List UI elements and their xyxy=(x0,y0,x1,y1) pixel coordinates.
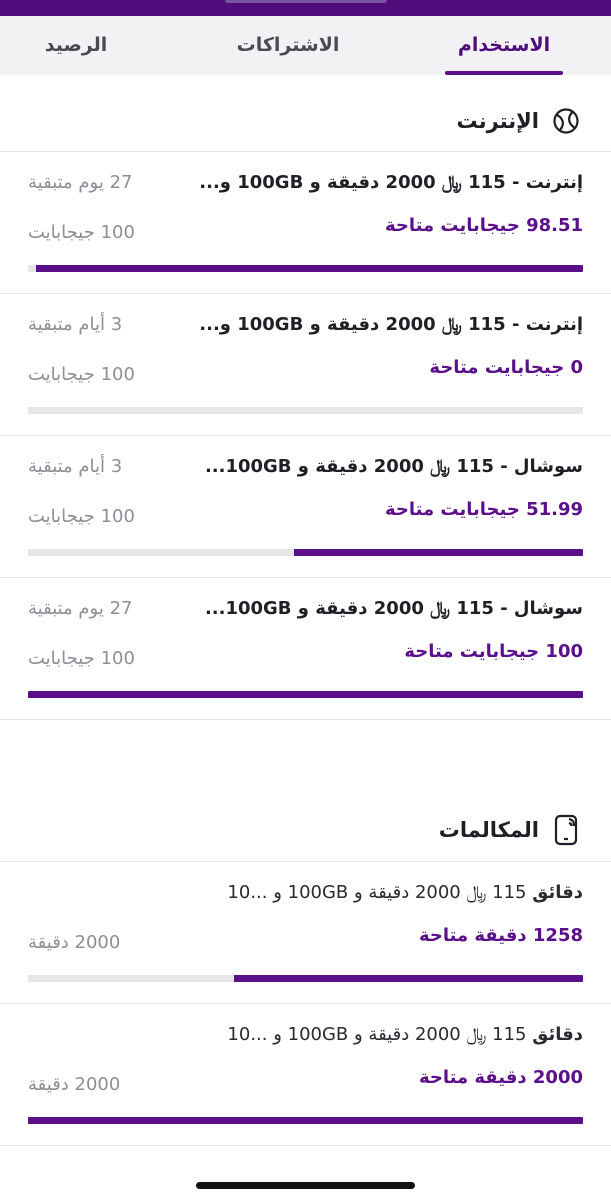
internet-usage-item[interactable]: سوشال - 115 ﷼ 2000 دقيقة و 100GB... 27 ي… xyxy=(0,578,611,719)
plan-name: إنترنت - 115 ﷼ 2000 دقيقة و 100GB و... xyxy=(199,172,583,193)
plan-name-prefix: دقائق xyxy=(532,1024,583,1045)
plan-name: دقائق 115 ﷼ 2000 دقيقة و 100GB و ...10 xyxy=(227,1024,583,1045)
phone-icon xyxy=(551,814,581,846)
home-indicator xyxy=(196,1182,415,1189)
divider xyxy=(0,1145,611,1146)
available-amount: 100 جيجابايت متاحة xyxy=(404,641,583,662)
internet-section-header: الإنترنت xyxy=(457,104,581,138)
usage-progress-bar xyxy=(28,265,583,272)
total-amount: 100 جيجابايت xyxy=(28,506,135,527)
usage-progress-fill xyxy=(233,975,583,982)
plan-name: دقائق 115 ﷼ 2000 دقيقة و 100GB و ...10 xyxy=(227,882,583,903)
days-remaining: 3 أيام متبقية xyxy=(28,314,123,335)
plan-name: سوشال - 115 ﷼ 2000 دقيقة و 100GB... xyxy=(204,456,583,477)
internet-usage-item[interactable]: إنترنت - 115 ﷼ 2000 دقيقة و 100GB و... 3… xyxy=(0,294,611,435)
tab-subscriptions[interactable]: الاشتراكات xyxy=(225,16,351,75)
available-amount: 1258 دقيقة متاحة xyxy=(418,925,583,946)
status-bar xyxy=(0,0,611,16)
calls-section-title: المكالمات xyxy=(438,818,539,842)
internet-usage-item[interactable]: إنترنت - 115 ﷼ 2000 دقيقة و 100GB و... 2… xyxy=(0,152,611,293)
plan-name: سوشال - 115 ﷼ 2000 دقيقة و 100GB... xyxy=(204,598,583,619)
tab-bar: الاستخدام الاشتراكات الرصيد xyxy=(0,16,611,75)
plan-name-detail: 115 ﷼ 2000 دقيقة و 100GB و ...10 xyxy=(227,882,527,903)
internet-section-title: الإنترنت xyxy=(456,109,539,133)
days-remaining: 27 يوم متبقية xyxy=(28,172,133,193)
divider xyxy=(0,719,611,720)
calls-section-header: المكالمات xyxy=(439,813,581,847)
usage-progress-fill xyxy=(28,691,583,698)
usage-progress-bar xyxy=(28,691,583,698)
internet-usage-item[interactable]: سوشال - 115 ﷼ 2000 دقيقة و 100GB... 3 أي… xyxy=(0,436,611,577)
tab-subscriptions-label: الاشتراكات xyxy=(236,34,340,56)
tab-usage-label: الاستخدام xyxy=(457,34,551,56)
available-amount: 98.51 جيجابايت متاحة xyxy=(385,215,583,236)
usage-progress-bar xyxy=(28,549,583,556)
usage-progress-fill xyxy=(294,549,583,556)
days-remaining: 27 يوم متبقية xyxy=(28,598,133,619)
total-amount: 100 جيجابايت xyxy=(28,364,135,385)
total-amount: 100 جيجابايت xyxy=(28,648,135,669)
total-amount: 2000 دقيقة xyxy=(28,1074,121,1095)
tab-active-indicator xyxy=(445,71,563,75)
status-notch xyxy=(225,0,387,3)
days-remaining: 3 أيام متبقية xyxy=(28,456,123,477)
calls-usage-item[interactable]: دقائق 115 ﷼ 2000 دقيقة و 100GB و ...10 1… xyxy=(0,862,611,1003)
plan-name-prefix: دقائق xyxy=(532,882,583,903)
available-amount: 51.99 جيجابايت متاحة xyxy=(385,499,583,520)
available-amount: 2000 دقيقة متاحة xyxy=(418,1067,583,1088)
plan-name-detail: 115 ﷼ 2000 دقيقة و 100GB و ...10 xyxy=(227,1024,527,1045)
total-amount: 100 جيجابايت xyxy=(28,222,135,243)
globe-icon xyxy=(551,106,581,136)
usage-progress-bar xyxy=(28,975,583,982)
usage-progress-bar xyxy=(28,1117,583,1124)
usage-progress-bar xyxy=(28,407,583,414)
tab-balance[interactable]: الرصيد xyxy=(31,16,121,75)
usage-progress-fill xyxy=(28,1117,583,1124)
available-amount: 0 جيجابايت متاحة xyxy=(429,357,583,378)
tab-balance-label: الرصيد xyxy=(44,34,108,56)
tab-usage[interactable]: الاستخدام xyxy=(445,16,563,75)
total-amount: 2000 دقيقة xyxy=(28,932,121,953)
usage-progress-fill xyxy=(36,265,583,272)
plan-name: إنترنت - 115 ﷼ 2000 دقيقة و 100GB و... xyxy=(199,314,583,335)
calls-usage-item[interactable]: دقائق 115 ﷼ 2000 دقيقة و 100GB و ...10 2… xyxy=(0,1004,611,1145)
